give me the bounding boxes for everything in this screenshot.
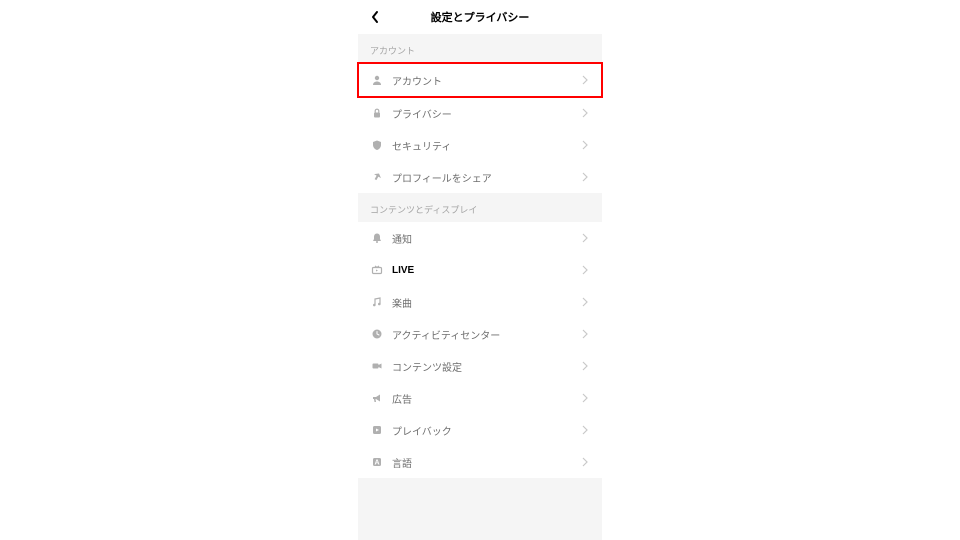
list-item-playback[interactable]: プレイバック <box>358 414 602 446</box>
list-item-notifications[interactable]: 通知 <box>358 222 602 254</box>
chevron-right-icon <box>580 172 590 182</box>
item-label: 言語 <box>392 455 580 470</box>
item-label: コンテンツ設定 <box>392 359 580 374</box>
item-label: アカウント <box>392 73 580 88</box>
music-icon <box>370 295 384 309</box>
list-item-ads[interactable]: 広告 <box>358 382 602 414</box>
lock-icon <box>370 106 384 120</box>
shield-icon <box>370 138 384 152</box>
item-label: プレイバック <box>392 423 580 438</box>
list-item-content-settings[interactable]: コンテンツ設定 <box>358 350 602 382</box>
chevron-right-icon <box>580 233 590 243</box>
list-item-live[interactable]: LIVE <box>358 254 602 286</box>
item-label: プロフィールをシェア <box>392 170 580 185</box>
bell-icon <box>370 231 384 245</box>
language-icon: A <box>370 455 384 469</box>
chevron-right-icon <box>580 140 590 150</box>
chevron-right-icon <box>580 329 590 339</box>
chevron-right-icon <box>580 361 590 371</box>
list-group-account: アカウント プライバシー セキュリティ <box>358 63 602 193</box>
item-label: セキュリティ <box>392 138 580 153</box>
list-item-security[interactable]: セキュリティ <box>358 129 602 161</box>
item-label: プライバシー <box>392 106 580 121</box>
list-item-account[interactable]: アカウント <box>358 63 602 97</box>
svg-text:A: A <box>374 460 379 467</box>
chevron-right-icon <box>580 297 590 307</box>
chevron-right-icon <box>580 108 590 118</box>
share-icon <box>370 170 384 184</box>
chevron-right-icon <box>580 265 590 275</box>
play-icon <box>370 423 384 437</box>
list-item-share-profile[interactable]: プロフィールをシェア <box>358 161 602 193</box>
list-item-activity-center[interactable]: アクティビティセンター <box>358 318 602 350</box>
clock-icon <box>370 327 384 341</box>
chevron-right-icon <box>580 425 590 435</box>
chevron-left-icon <box>370 10 380 24</box>
list-group-content: 通知 LIVE 楽曲 <box>358 222 602 478</box>
chevron-right-icon <box>580 393 590 403</box>
chevron-right-icon <box>580 75 590 85</box>
chevron-right-icon <box>580 457 590 467</box>
item-label: 楽曲 <box>392 295 580 310</box>
list-item-language[interactable]: A 言語 <box>358 446 602 478</box>
page-title: 設定とプライバシー <box>431 9 530 25</box>
live-icon <box>370 263 384 277</box>
header: 設定とプライバシー <box>358 0 602 34</box>
item-label: アクティビティセンター <box>392 327 580 342</box>
list-item-privacy[interactable]: プライバシー <box>358 97 602 129</box>
settings-screen: 設定とプライバシー アカウント アカウント プライバシー セ <box>358 0 602 540</box>
item-label: 広告 <box>392 391 580 406</box>
list-item-music[interactable]: 楽曲 <box>358 286 602 318</box>
back-button[interactable] <box>366 8 384 26</box>
item-label: 通知 <box>392 231 580 246</box>
item-label: LIVE <box>392 265 580 276</box>
megaphone-icon <box>370 391 384 405</box>
section-header-content: コンテンツとディスプレイ <box>358 193 602 222</box>
section-header-account: アカウント <box>358 34 602 63</box>
video-icon <box>370 359 384 373</box>
person-icon <box>370 73 384 87</box>
